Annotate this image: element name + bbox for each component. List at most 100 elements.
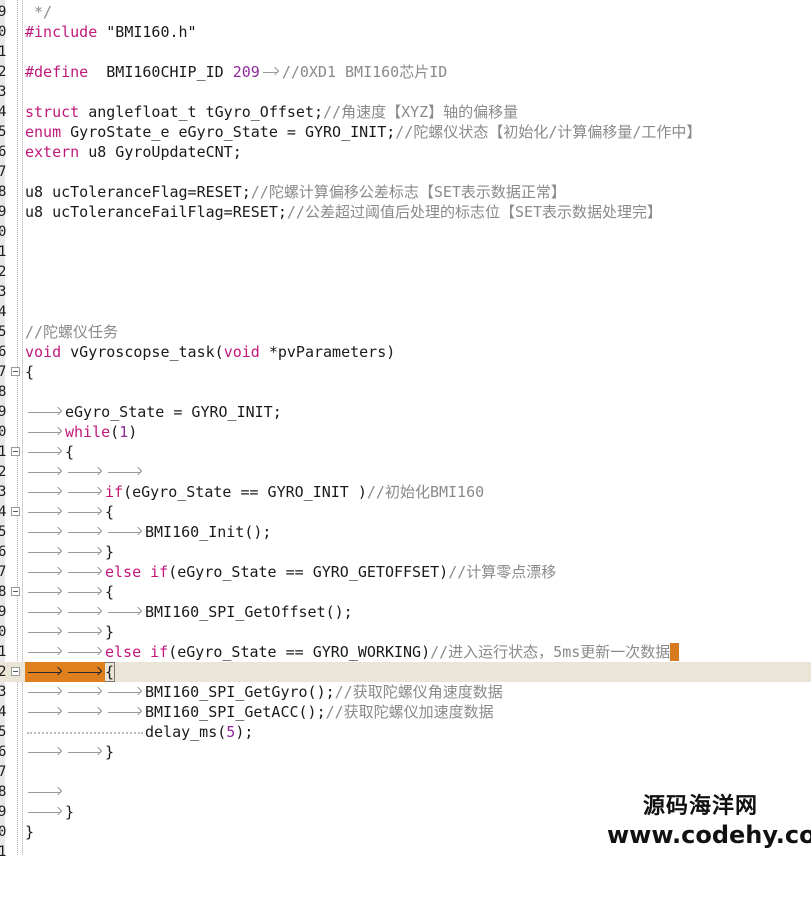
line-number: 8 <box>0 584 6 600</box>
line-number: 3 <box>0 284 6 300</box>
code-line[interactable]: 4 BMI160_SPI_GetACC();//获取陀螺仪加速度数据 <box>0 702 811 722</box>
code-line[interactable]: 2 #define BMI160CHIP_ID 209 //0XD1 BMI160… <box>0 62 811 82</box>
current-code-line[interactable]: 2 { <box>0 662 811 682</box>
code-line[interactable]: 9 BMI160_SPI_GetOffset(); <box>0 602 811 622</box>
keyword: void <box>223 343 260 361</box>
code-line[interactable]: 6 } <box>0 742 811 762</box>
fold-collapse-icon[interactable] <box>11 587 20 596</box>
code-line[interactable]: 9 eGyro_State = GYRO_INIT; <box>0 402 811 422</box>
code-text: (eGyro_State == GYRO_INIT ) <box>123 483 367 501</box>
line-number: 5 <box>0 324 6 340</box>
keyword: else if <box>105 563 169 581</box>
brace: { <box>105 583 115 601</box>
code-line[interactable]: 0 <box>0 222 811 242</box>
code-line[interactable]: 7 <box>0 762 811 782</box>
line-number: 0 <box>0 224 6 240</box>
tab-arrow-icon <box>65 662 105 682</box>
code-line[interactable]: 4 { <box>0 502 811 522</box>
code-line[interactable]: 2 <box>0 462 811 482</box>
code-editor[interactable]: 9 */ 0 #include "BMI160.h" 1 2 #define B… <box>0 0 811 860</box>
code-line[interactable]: 8 <box>0 382 811 402</box>
macro-name: BMI160CHIP_ID <box>106 63 224 81</box>
line-number: 2 <box>0 264 6 280</box>
tab-arrow-icon <box>65 522 105 542</box>
line-number: 0 <box>0 624 6 640</box>
line-number: 5 <box>0 524 6 540</box>
code-line[interactable]: 9 */ <box>0 2 811 22</box>
code-line[interactable]: 1 <box>0 242 811 262</box>
code-text: (eGyro_State == GYRO_GETOFFSET) <box>168 563 449 581</box>
tab-arrow-icon <box>65 562 105 582</box>
brace: } <box>65 803 75 821</box>
code-line[interactable]: 6 } <box>0 542 811 562</box>
code-line[interactable]: 5 BMI160_Init(); <box>0 522 811 542</box>
tab-arrow-icon <box>25 682 65 702</box>
keyword: extern <box>25 143 80 161</box>
code-line[interactable]: 1 else if(eGyro_State == GYRO_WORKING)//… <box>0 642 811 662</box>
code-line[interactable]: 4 <box>0 302 811 322</box>
code-line[interactable]: 0 } <box>0 622 811 642</box>
tab-arrow-icon <box>25 422 65 442</box>
code-line[interactable]: 0 #include "BMI160.h" <box>0 22 811 42</box>
keyword: while <box>65 423 111 441</box>
tab-arrow-icon <box>25 782 65 802</box>
site-watermark: 源码海洋网 www.codehy.com <box>551 788 811 855</box>
line-number: 3 <box>0 484 6 500</box>
line-number: 9 <box>0 204 6 220</box>
code-text: BMI160_Init(); <box>145 523 272 541</box>
comment: //获取陀螺仪角速度数据 <box>334 683 503 701</box>
code-line[interactable]: 6 void vGyroscopse_task(void *pvParamete… <box>0 342 811 362</box>
tab-arrow-icon <box>65 642 105 662</box>
fold-collapse-icon[interactable] <box>11 367 20 376</box>
code-line[interactable]: 7 else if(eGyro_State == GYRO_GETOFFSET)… <box>0 562 811 582</box>
line-number: 8 <box>0 184 6 200</box>
brace: } <box>105 623 115 641</box>
tab-arrow-icon <box>25 662 65 682</box>
tab-arrow-icon <box>105 602 145 622</box>
code-line[interactable]: 8 { <box>0 582 811 602</box>
brace: { <box>25 363 35 381</box>
code-line[interactable]: 3 <box>0 282 811 302</box>
fold-collapse-icon[interactable] <box>11 507 20 516</box>
code-line[interactable]: 1 <box>0 42 811 62</box>
fold-collapse-icon[interactable] <box>11 667 20 676</box>
code-line[interactable]: 5 //陀螺仪任务 <box>0 322 811 342</box>
code-line[interactable]: 3 BMI160_SPI_GetGyro();//获取陀螺仪角速度数据 <box>0 682 811 702</box>
code-text: BMI160_SPI_GetACC(); <box>145 703 326 721</box>
tab-arrow-icon <box>65 542 105 562</box>
code-text: (eGyro_State == GYRO_WORKING) <box>168 643 431 661</box>
code-line[interactable]: 0 while(1) <box>0 422 811 442</box>
number: 5 <box>226 723 236 741</box>
line-number: 9 <box>0 604 6 620</box>
code-text: eGyro_State = GYRO_INIT; <box>65 403 282 421</box>
keyword: struct <box>25 103 80 121</box>
code-line[interactable]: 8 u8 ucToleranceFlag=RESET;//陀螺计算偏移公差标志【… <box>0 182 811 202</box>
tab-arrow-icon <box>65 702 105 722</box>
line-number: 1 <box>0 44 6 60</box>
tab-arrow-icon <box>25 702 65 722</box>
code-line[interactable]: 4 struct anglefloat_t tGyro_Offset;//角速度… <box>0 102 811 122</box>
code-line[interactable]: 1 { <box>0 442 811 462</box>
code-line[interactable]: 6 extern u8 GyroUpdateCNT; <box>0 142 811 162</box>
tab-arrow-icon <box>25 582 65 602</box>
matched-brace: { <box>103 662 116 682</box>
code-line[interactable]: 3 <box>0 82 811 102</box>
line-number: 2 <box>0 464 6 480</box>
tab-arrow-icon <box>65 742 105 762</box>
code-line[interactable]: 5 delay_ms(5); <box>0 722 811 742</box>
line-number: 0 <box>0 24 6 40</box>
code-line[interactable]: 9 u8 ucToleranceFailFlag=RESET;//公差超过阈值后… <box>0 202 811 222</box>
include-file: "BMI160.h" <box>97 23 197 41</box>
tab-arrow-icon <box>65 682 105 702</box>
code-line[interactable]: 7 { <box>0 362 811 382</box>
line-number: 5 <box>0 124 6 140</box>
code-line[interactable]: 3 if(eGyro_State == GYRO_INIT )//初始化BMI1… <box>0 482 811 502</box>
watermark-url: www.codehy.com <box>607 821 811 849</box>
fold-collapse-icon[interactable] <box>11 447 20 456</box>
line-number: 3 <box>0 684 6 700</box>
code-line[interactable]: 2 <box>0 262 811 282</box>
code-line[interactable]: 5 enum GyroState_e eGyro_State = GYRO_IN… <box>0 122 811 142</box>
tab-arrow-icon <box>65 622 105 642</box>
code-text: ) <box>128 423 138 441</box>
code-line[interactable]: 7 <box>0 162 811 182</box>
